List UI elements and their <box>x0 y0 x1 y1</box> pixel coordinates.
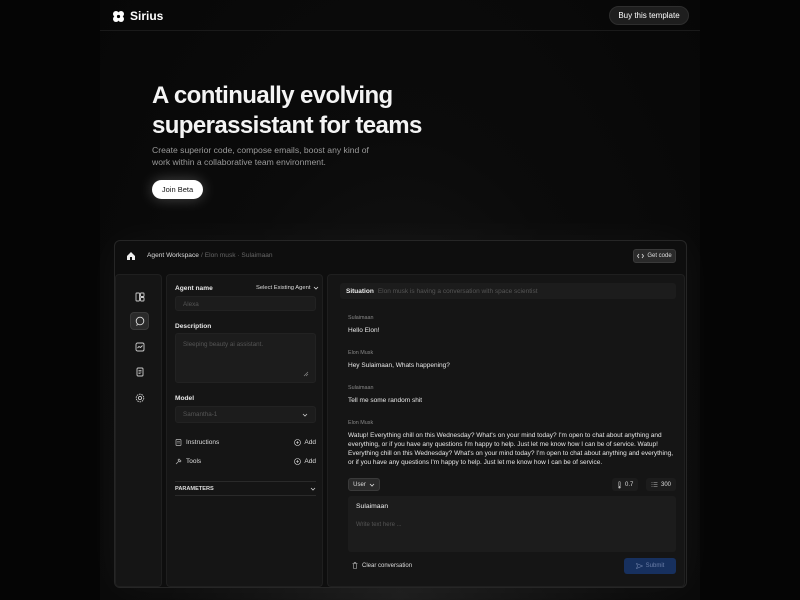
sidebar-rail <box>115 274 162 587</box>
thermometer-icon <box>617 480 622 489</box>
message-role: Elon Musk <box>348 350 374 356</box>
hero-title-line2: superassistant for teams <box>152 112 422 139</box>
clear-conversation-button[interactable]: Clear conversation <box>352 562 412 569</box>
message-text: Watup! Everything chill on this Wednesda… <box>348 432 674 466</box>
tools-icon <box>175 458 182 465</box>
submit-button[interactable]: Submit <box>624 558 676 574</box>
message-text: Tell me some random shit <box>348 397 423 404</box>
message-compose-box[interactable]: Sulaimaan Write text here ... <box>348 496 676 552</box>
brand-logo[interactable]: Sirius <box>112 9 163 23</box>
breadcrumb-root[interactable]: Agent Workspace <box>147 252 199 259</box>
tools-row: Tools Add <box>175 455 316 467</box>
app-header: Agent Workspace / Elon musk · Sulaimaan … <box>115 241 686 272</box>
list-icon <box>651 481 658 488</box>
description-textarea[interactable]: Sleeping beauty ai assistant. <box>175 333 316 383</box>
agent-name-input[interactable]: Alexa <box>175 296 316 311</box>
compose-input[interactable]: Write text here ... <box>356 522 402 528</box>
code-icon <box>637 253 645 259</box>
submit-label: Submit <box>645 563 665 569</box>
description-placeholder: Sleeping beauty ai assistant. <box>183 341 264 348</box>
plus-circle-icon <box>294 457 302 465</box>
clear-conversation-label: Clear conversation <box>362 562 413 569</box>
chevron-down-icon <box>310 487 316 491</box>
breadcrumb: Agent Workspace / Elon musk · Sulaimaan <box>147 252 273 259</box>
tools-label: Tools <box>186 457 202 465</box>
instructions-label: Instructions <box>186 438 220 446</box>
instructions-row: Instructions Add <box>175 436 316 448</box>
message-text: Hello Elon! <box>348 327 380 334</box>
breadcrumb-separator: / <box>200 252 203 259</box>
hero-subtitle: Create superior code, compose emails, bo… <box>152 145 369 167</box>
parameters-accordion[interactable]: PARAMETERS <box>175 481 316 496</box>
description-label: Description <box>175 323 212 330</box>
buy-template-button[interactable]: Buy this template <box>609 6 689 25</box>
brand-name: Sirius <box>130 9 164 23</box>
max-tokens-value: 300 <box>661 481 672 488</box>
select-existing-agent-label: Select Existing Agent <box>256 285 311 291</box>
agent-config-panel: Agent name Select Existing Agent Alexa D… <box>166 274 323 587</box>
hero-title-line1: A continually evolving <box>152 82 393 109</box>
chat-icon[interactable] <box>130 312 149 330</box>
instructions-icon <box>175 438 182 446</box>
parameters-label: PARAMETERS <box>175 485 214 492</box>
settings-icon[interactable] <box>130 389 149 407</box>
role-select-value: User <box>353 481 366 488</box>
document-icon[interactable] <box>130 363 149 381</box>
chevron-down-icon <box>313 286 319 290</box>
model-label: Model <box>175 395 195 402</box>
temperature-value: 0.7 <box>625 481 634 488</box>
add-tools-button[interactable]: Add <box>294 458 316 465</box>
agent-name-label: Agent name <box>175 285 213 292</box>
get-code-label: Get code <box>647 253 672 259</box>
send-icon <box>635 563 643 569</box>
add-instructions-label: Add <box>304 438 316 446</box>
join-beta-button[interactable]: Join Beta <box>152 180 203 199</box>
compose-user: Sulaimaan <box>356 503 389 510</box>
chevron-down-icon <box>369 483 375 487</box>
breadcrumb-path: Elon musk · Sulaimaan <box>204 252 273 259</box>
situation-label: Situation <box>346 287 374 295</box>
model-select[interactable]: Samantha-1 <box>175 406 316 423</box>
role-select[interactable]: User <box>348 478 380 491</box>
add-instructions-button[interactable]: Add <box>294 439 316 446</box>
chevron-down-icon <box>302 413 308 417</box>
temperature-control[interactable]: 0.7 <box>612 478 639 491</box>
message-role: Elon Musk <box>348 420 374 426</box>
add-tools-label: Add <box>304 457 316 465</box>
message-text: Hey Sulaimaan, Whats happening? <box>348 362 450 369</box>
home-icon[interactable] <box>126 251 137 261</box>
situation-field[interactable]: Situation Elon musk is having a conversa… <box>340 283 676 299</box>
message-role: Sulaimaan <box>348 385 374 391</box>
layout-icon[interactable] <box>130 288 149 306</box>
chart-icon[interactable] <box>130 338 149 356</box>
model-value: Samantha-1 <box>183 411 218 418</box>
hero-title: A continually evolving superassistant fo… <box>152 81 472 141</box>
app-preview-window: Agent Workspace / Elon musk · Sulaimaan … <box>114 240 687 588</box>
get-code-button[interactable]: Get code <box>633 249 676 263</box>
message-role: Sulaimaan <box>348 315 374 321</box>
situation-text: Elon musk is having a conversation with … <box>377 287 538 295</box>
select-existing-agent-dropdown[interactable]: Select Existing Agent <box>256 285 319 291</box>
max-tokens-control[interactable]: 300 <box>646 478 677 491</box>
sirius-logo-icon <box>112 10 125 23</box>
chat-panel: Situation Elon musk is having a conversa… <box>327 274 685 587</box>
resize-handle-icon[interactable] <box>303 371 309 377</box>
trash-icon <box>352 562 358 569</box>
plus-circle-icon <box>294 438 302 446</box>
